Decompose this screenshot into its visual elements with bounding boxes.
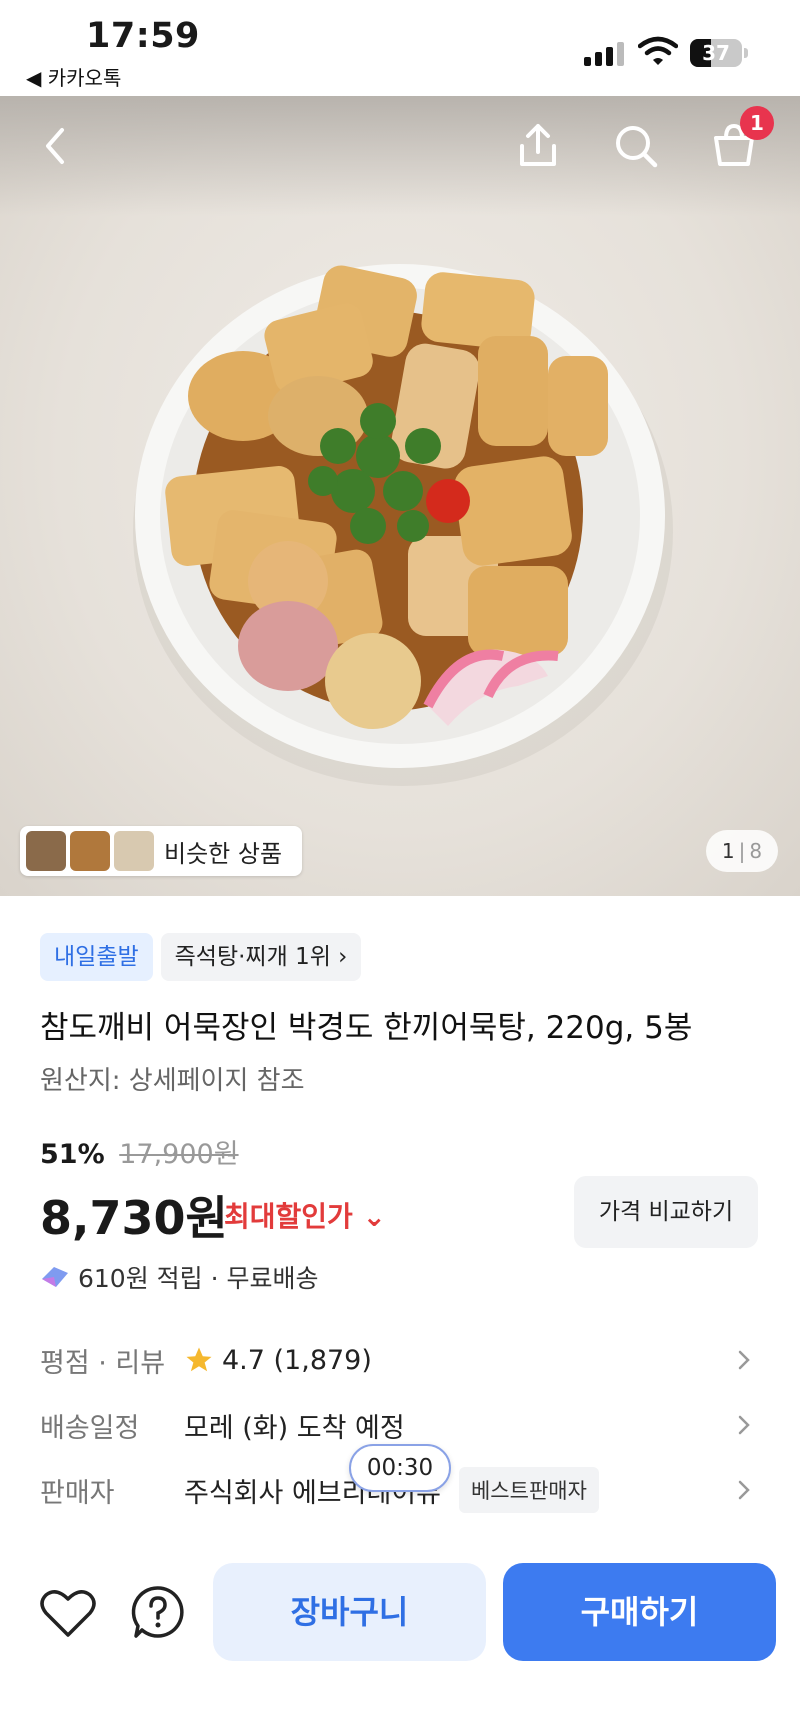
battery-level: 37	[702, 41, 730, 65]
delivery-value: 모레 (화) 도착 예정	[184, 1412, 405, 1444]
chevron-right-icon	[738, 1480, 750, 1500]
image-pager: 1 | 8	[706, 830, 778, 872]
pager-separator: |	[738, 839, 746, 863]
pager-total: 8	[749, 839, 763, 863]
wifi-icon	[637, 36, 679, 66]
chevron-right-icon	[738, 1415, 750, 1435]
similar-thumb	[26, 831, 66, 871]
battery-icon: 37	[690, 39, 742, 67]
product-tags: 내일출발 즉석탕·찌개 1위 ›	[40, 933, 362, 981]
star-icon	[186, 1347, 212, 1372]
chevron-right-icon	[738, 1350, 750, 1370]
add-to-cart-button[interactable]: 장바구니	[213, 1563, 486, 1661]
search-icon[interactable]	[608, 118, 664, 174]
delivery-label: 배송일정	[40, 1412, 140, 1444]
similar-thumb	[70, 831, 110, 871]
similar-products-button[interactable]: 비슷한 상품	[20, 826, 302, 876]
compare-price-button[interactable]: 가격 비교하기	[574, 1176, 758, 1248]
share-icon[interactable]	[510, 118, 566, 174]
status-time: 17:59	[86, 16, 200, 56]
product-origin: 원산지: 상세페이지 참조	[40, 1066, 305, 1096]
points-icon	[42, 1267, 68, 1287]
rating-label: 평점 · 리뷰	[40, 1347, 166, 1379]
hero-shade	[0, 96, 800, 216]
discount-rate: 51%	[40, 1139, 105, 1170]
seller-label: 판매자	[40, 1477, 115, 1509]
cart-badge: 1	[740, 106, 774, 140]
signal-icon	[584, 40, 626, 66]
similar-thumb	[114, 831, 154, 871]
product-image-gallery[interactable]: 1 비슷한 상품 1 | 8	[0, 96, 800, 896]
similar-products-label: 비슷한 상품	[164, 839, 283, 868]
ranking-tag[interactable]: 즉석탕·찌개 1위 ›	[160, 933, 362, 981]
rating-value: 4.7 (1,879)	[222, 1344, 372, 1376]
product-photo	[133, 264, 673, 786]
best-seller-badge: 베스트판매자	[458, 1467, 599, 1513]
question-icon[interactable]	[128, 1582, 188, 1642]
timer-badge: 00:30	[349, 1444, 451, 1492]
points-text: 610원 적립 · 무료배송	[78, 1264, 319, 1293]
buy-now-button[interactable]: 구매하기	[503, 1563, 776, 1661]
sale-price: 8,730원	[40, 1191, 228, 1245]
pager-current: 1	[721, 839, 735, 863]
back-arrow-icon[interactable]	[28, 118, 84, 174]
battery-tip	[744, 48, 748, 58]
delivery-row[interactable]: 배송일정 모레 (화) 도착 예정	[40, 1401, 760, 1449]
discount-row: 51% 17,900원	[40, 1132, 239, 1171]
max-discount-dropdown[interactable]: 최대할인가 ⌄	[224, 1195, 386, 1235]
product-title: 참도깨비 어묵장인 박경도 한끼어묵탕, 220g, 5봉	[40, 1010, 693, 1046]
heart-icon[interactable]	[38, 1585, 98, 1641]
back-to-app-link[interactable]: ◀ 카카오톡	[26, 62, 121, 91]
points-info: 610원 적립 · 무료배송	[40, 1259, 319, 1295]
original-price: 17,900원	[119, 1139, 239, 1170]
rating-row[interactable]: 평점 · 리뷰 4.7 (1,879)	[40, 1336, 760, 1384]
delivery-tag: 내일출발	[40, 933, 153, 981]
status-bar: 17:59 ◀ 카카오톡 37	[0, 0, 800, 96]
